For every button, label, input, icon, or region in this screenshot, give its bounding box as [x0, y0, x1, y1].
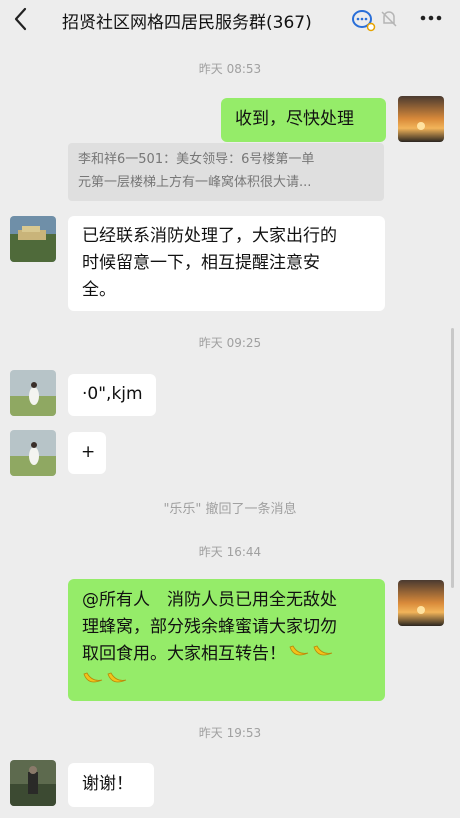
group-chat-icon[interactable] — [350, 8, 376, 32]
message-line: 已经联系消防处理了，大家出行的 — [82, 226, 337, 246]
message-line: 时候留意一下，相互提醒注意安 — [82, 253, 320, 273]
banana-icon — [83, 672, 103, 683]
message-bubble-outgoing[interactable]: 收到，尽快处理 — [221, 98, 386, 142]
timestamp: 昨天 08:53 — [198, 62, 262, 76]
message-line: @所有人 消防人员已用全无敌处 — [82, 590, 337, 610]
more-dots-icon[interactable] — [418, 8, 444, 28]
banana-icon — [107, 672, 127, 683]
banana-icon — [289, 645, 309, 656]
message-line: 取回食用。大家相互转告！ — [82, 641, 371, 668]
message-line: 理蜂窝，部分残余蜂蜜请大家切勿 — [82, 617, 337, 637]
mute-bell-icon — [381, 11, 397, 27]
timestamp: 昨天 16:44 — [198, 545, 262, 559]
avatar-contact[interactable] — [10, 430, 56, 476]
avatar-contact[interactable] — [10, 216, 56, 262]
quoted-message[interactable]: 李和祥6一501：美女领导：6号楼第一单 元第一层楼梯上方有一峰窝体积很大请..… — [68, 143, 384, 201]
message-bubble-incoming[interactable]: + — [68, 432, 106, 474]
message-line: 全。 — [82, 280, 116, 300]
avatar-self[interactable] — [398, 96, 444, 142]
avatar-contact[interactable] — [10, 760, 56, 806]
avatar-self[interactable] — [398, 580, 444, 626]
recall-notice: "乐乐" 撤回了一条消息 — [163, 502, 297, 517]
quote-line: 李和祥6一501：美女领导：6号楼第一单 — [78, 152, 315, 167]
page-title: 招贤社区网格四居民服务群(367) — [62, 13, 312, 33]
scrollbar[interactable] — [451, 328, 454, 588]
chevron-left-icon[interactable] — [10, 6, 32, 32]
timestamp: 昨天 19:53 — [198, 726, 262, 740]
message-bubble-incoming[interactable]: 已经联系消防处理了，大家出行的 时候留意一下，相互提醒注意安 全。 — [68, 216, 385, 311]
chat-header: 招贤社区网格四居民服务群(367) — [0, 0, 460, 38]
message-bubble-outgoing[interactable]: @所有人 消防人员已用全无敌处 理蜂窝，部分残余蜂蜜请大家切勿 取回食用。大家相… — [68, 579, 385, 701]
message-line — [82, 668, 371, 695]
message-bubble-incoming[interactable]: ·0",kjm — [68, 374, 156, 416]
message-bubble-incoming[interactable]: 谢谢！ — [68, 763, 154, 807]
quote-line: 元第一层楼梯上方有一峰窝体积很大请... — [78, 175, 312, 190]
timestamp: 昨天 09:25 — [198, 336, 262, 350]
banana-icon — [313, 645, 333, 656]
avatar-contact[interactable] — [10, 370, 56, 416]
